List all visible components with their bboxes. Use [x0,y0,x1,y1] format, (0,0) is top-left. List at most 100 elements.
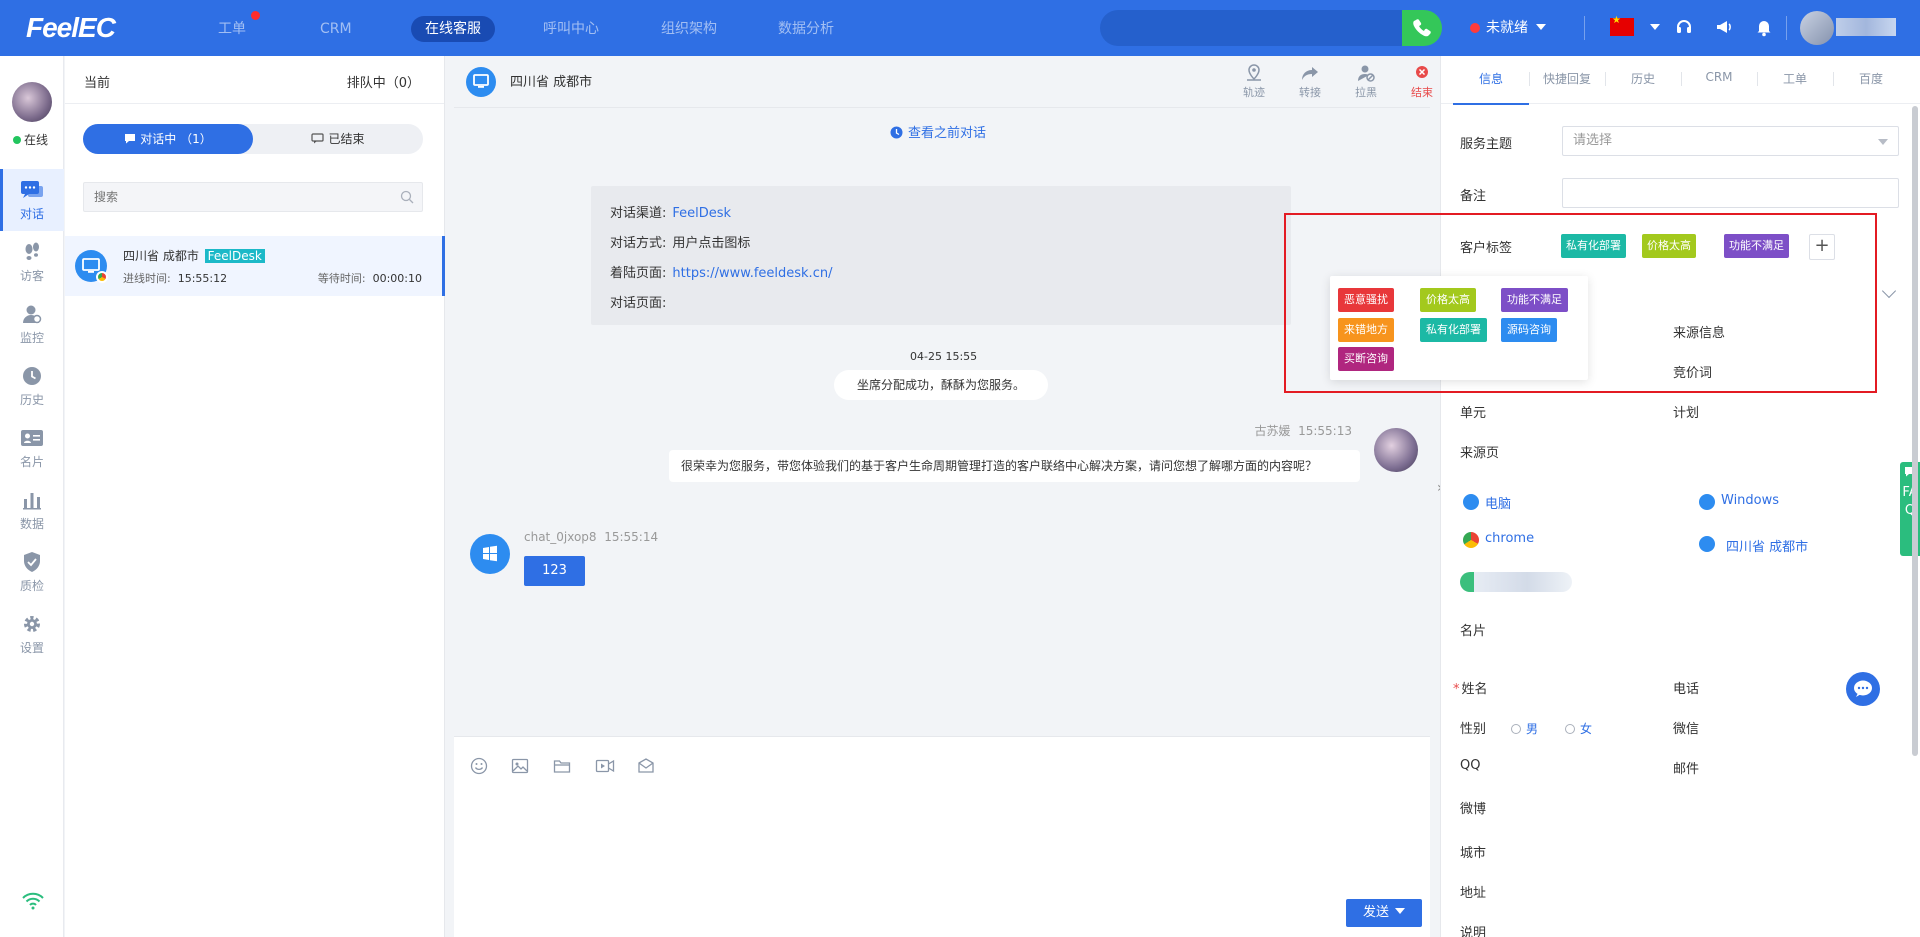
view-previous-conversation-link[interactable]: 查看之前对话 [890,122,986,141]
online-dot [13,136,21,144]
history-icon [23,367,41,385]
bell-icon[interactable] [1754,17,1776,39]
gender-female-radio[interactable]: 女 [1565,720,1592,737]
nav-crm[interactable]: CRM [306,16,366,42]
tab-tickets[interactable]: 工单 [1757,70,1833,87]
headset-icon[interactable] [1674,17,1696,39]
location-value: 四川省 成都市 [1726,540,1809,555]
close-icon [1416,66,1428,78]
announcement-icon[interactable] [1714,17,1736,39]
footprint-icon [25,242,39,260]
forward-icon [1302,67,1318,80]
sidebar-item-cards[interactable]: 名片 [0,417,64,479]
transfer-button[interactable]: 转接 [1290,64,1330,100]
nav-organization[interactable]: 组织架构 [647,16,731,42]
current-label: 当前 [84,76,111,91]
session-item[interactable]: 四川省 成都市 FeelDesk 进线时间: 15:55:12 等待时间: 00… [65,236,445,296]
user-avatar[interactable] [1800,11,1834,45]
nav-online-service[interactable]: 在线客服 [411,16,495,42]
message-composer[interactable]: 发送 [454,736,1430,937]
gender-male-radio[interactable]: 男 [1511,720,1538,737]
chevron-down-icon [1536,24,1546,30]
video-icon[interactable] [595,757,615,775]
china-flag-icon[interactable] [1610,15,1634,36]
customer-message-meta: chat_0jxop8 15:55:14 [524,530,659,544]
nav-call-center[interactable]: 呼叫中心 [529,16,613,42]
tab-in-conversation[interactable]: 对话中 （1） [83,124,253,154]
service-subject-label: 服务主题 [1460,137,1513,152]
image-icon[interactable] [511,757,529,775]
chat-header: 四川省 成都市 轨迹 转接 拉黑 结束 [454,56,1433,108]
tab-baidu[interactable]: 百度 [1833,70,1909,87]
info-chat-page: 对话页面: [610,296,667,311]
tab-info[interactable]: 信息 [1453,70,1529,105]
send-button[interactable]: 发送 [1346,899,1422,927]
wechat-label: 微信 [1673,722,1700,737]
chevron-down-icon [1878,139,1888,145]
note-label: 备注 [1460,189,1487,204]
chevron-down-icon[interactable] [1395,908,1405,914]
customer-avatar [470,534,510,574]
channel-tag: FeelDesk [204,249,265,263]
top-bar: FeelEC 工单 CRM 在线客服 呼叫中心 组织架构 数据分析 未就绪 [0,0,1920,56]
conversation-info-card: 对话渠道: FeelDesk 对话方式: 用户点击图标 着陆页面: https://w… [591,186,1291,325]
track-button[interactable]: 轨迹 [1234,64,1274,100]
tab-history[interactable]: 历史 [1605,70,1681,87]
sidebar-item-visitors[interactable]: 访客 [0,231,64,293]
city-label: 城市 [1460,846,1487,861]
sidebar-item-quality[interactable]: 质检 [0,541,64,603]
sidebar-item-monitor[interactable]: 监控 [0,293,64,355]
block-user-icon [1358,65,1375,82]
os-value: Windows [1721,493,1780,508]
qq-label: QQ [1460,758,1481,773]
divider [1584,16,1585,40]
block-button[interactable]: 拉黑 [1346,64,1386,100]
queue-count[interactable]: 排队中（0） [347,72,420,91]
customer-info-panel: 信息 快捷回复 历史 CRM 工单 百度 服务主题 请选择 备注 客户标签 私有… [1440,56,1920,937]
agent-avatar[interactable] [12,82,52,122]
evaluation-icon[interactable] [637,757,655,775]
name-label: * 姓名 [1453,682,1488,697]
windows-icon [483,545,497,562]
chevron-down-icon[interactable] [1650,24,1660,30]
computer-icon [473,74,489,88]
sidebar-item-chat[interactable]: 对话 [0,169,64,231]
sidebar-item-history[interactable]: 历史 [0,355,64,417]
blurred-info-bar [1460,572,1572,592]
ended-chat-icon [311,133,325,144]
note-input[interactable] [1562,178,1899,208]
agent-status-dropdown[interactable]: 未就绪 [1470,18,1546,38]
right-panel-scrollbar[interactable] [1912,106,1918,756]
tab-quick-reply[interactable]: 快捷回复 [1529,70,1605,87]
session-wait-time: 等待时间: 00:00:10 [317,272,422,285]
dial-input[interactable] [1100,10,1405,46]
agent-message-meta: 古苏媛 15:55:13 [1254,424,1352,438]
landing-page-link[interactable]: https://www.feeldesk.cn/ [672,266,832,281]
tab-ended[interactable]: 已结束 [253,124,423,154]
session-list-panel: 当前 排队中（0） 对话中 （1） 已结束 四川省 成都市 FeelDesk 进… [65,56,445,937]
session-list-header: 当前 排队中（0） [65,56,444,104]
sidebar-item-data[interactable]: 数据 [0,479,64,541]
sidebar-item-settings[interactable]: 设置 [0,603,64,665]
folder-icon[interactable] [553,757,571,775]
time-marker: 04-25 15:55 [910,350,978,363]
card-icon [21,430,43,446]
emoji-icon[interactable] [470,757,488,775]
session-search-input[interactable] [83,182,423,212]
visitor-avatar [466,67,496,97]
search-icon[interactable] [400,190,414,204]
source-page-label: 来源页 [1460,446,1500,461]
tab-crm[interactable]: CRM [1681,70,1757,84]
end-chat-button[interactable]: 结束 [1402,64,1442,100]
location-icon [1699,536,1715,552]
nav-analytics[interactable]: 数据分析 [764,16,848,42]
nav-tickets[interactable]: 工单 [204,11,260,42]
wifi-icon [22,892,44,910]
online-status[interactable]: 在线 [13,131,48,148]
windows-icon [1699,494,1715,510]
floating-chat-button[interactable] [1846,672,1880,706]
unit-label: 单元 [1460,406,1487,421]
user-name-blurred[interactable] [1836,18,1896,36]
call-button[interactable] [1402,10,1442,46]
service-subject-select[interactable]: 请选择 [1562,126,1899,156]
